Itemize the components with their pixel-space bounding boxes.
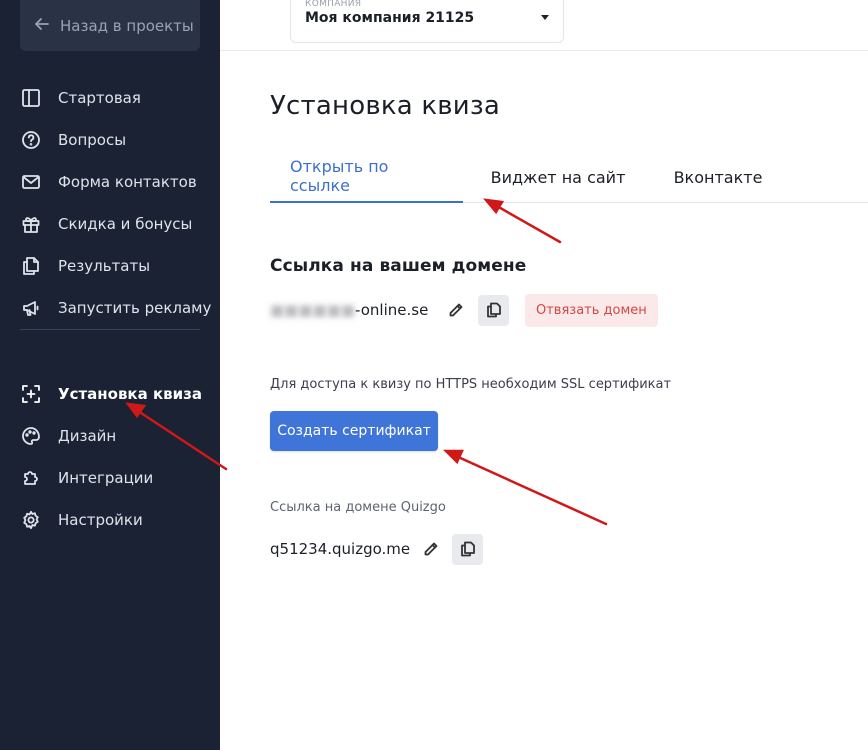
sidebar-divider xyxy=(20,329,200,330)
sidebar-item-discounts[interactable]: Скидка и бонусы xyxy=(0,203,220,245)
sidebar-item-integrations[interactable]: Интеграции xyxy=(0,457,220,499)
arrow-left-icon xyxy=(34,16,50,36)
sidebar-item-design[interactable]: Дизайн xyxy=(0,415,220,457)
sidebar-item-label: Результаты xyxy=(58,257,151,275)
top-bar: КОМПАНИЯ Моя компания 21125 xyxy=(220,0,868,51)
edit-quizgo-link-button[interactable] xyxy=(420,538,442,560)
panel-icon xyxy=(20,87,42,109)
question-icon xyxy=(20,129,42,151)
custom-domain-row: ■■■■■■-online.se Отвязать домен xyxy=(270,293,658,327)
tab-open-by-link[interactable]: Открыть по ссылке xyxy=(270,151,463,203)
gear-icon xyxy=(20,509,42,531)
megaphone-icon xyxy=(20,297,42,319)
sidebar-item-label: Скидка и бонусы xyxy=(58,215,193,233)
sidebar-item-settings[interactable]: Настройки xyxy=(0,499,220,541)
tab-vkontakte[interactable]: Вконтакте xyxy=(653,151,783,203)
copy-icon xyxy=(460,541,475,557)
install-icon xyxy=(20,383,42,405)
copy-icon xyxy=(20,255,42,277)
sidebar-item-start[interactable]: Стартовая xyxy=(0,77,220,119)
sidebar-nav-settings: Установка квиза Дизайн Интеграции Настро… xyxy=(0,373,220,541)
sidebar-nav-main: Стартовая Вопросы Форма контактов Скидка… xyxy=(0,77,220,329)
sidebar-item-results[interactable]: Результаты xyxy=(0,245,220,287)
sidebar-item-label: Дизайн xyxy=(58,427,117,445)
copy-icon xyxy=(486,302,501,318)
quizgo-link-row: q51234.quizgo.me xyxy=(270,533,483,565)
quizgo-link-label: Ссылка на домене Quizgo xyxy=(270,500,446,515)
copy-quizgo-link-button[interactable] xyxy=(452,533,483,565)
sidebar-item-label: Запустить рекламу xyxy=(58,299,212,317)
sidebar-item-label: Вопросы xyxy=(58,131,127,149)
sidebar-item-install[interactable]: Установка квиза xyxy=(0,373,220,415)
pencil-icon xyxy=(449,303,463,317)
mail-icon xyxy=(20,171,42,193)
sidebar-item-label: Стартовая xyxy=(58,89,141,107)
tab-widget[interactable]: Виджет на сайт xyxy=(463,151,653,203)
quizgo-link-value: q51234.quizgo.me xyxy=(270,540,411,558)
company-select[interactable]: КОМПАНИЯ Моя компания 21125 xyxy=(290,0,564,43)
company-select-label: КОМПАНИЯ xyxy=(305,0,362,9)
palette-icon xyxy=(20,425,42,447)
company-select-value: Моя компания 21125 xyxy=(305,10,475,26)
sidebar-item-questions[interactable]: Вопросы xyxy=(0,119,220,161)
domain-section-heading: Ссылка на вашем домене xyxy=(270,256,527,276)
caret-down-icon xyxy=(541,15,549,20)
sidebar-item-launch-ads[interactable]: Запустить рекламу xyxy=(0,287,220,329)
sidebar-item-label: Форма контактов xyxy=(58,173,197,191)
create-certificate-button[interactable]: Создать сертификат xyxy=(270,411,438,451)
ssl-note: Для доступа к квизу по HTTPS необходим S… xyxy=(270,377,672,392)
page-title: Установка квиза xyxy=(270,91,501,121)
gift-icon xyxy=(20,213,42,235)
sidebar-item-contact-form[interactable]: Форма контактов xyxy=(0,161,220,203)
sidebar-item-label: Установка квиза xyxy=(58,385,202,403)
main-content: Установка квиза Открыть по ссылке Виджет… xyxy=(220,51,868,750)
unbind-domain-button[interactable]: Отвязать домен xyxy=(525,293,658,327)
pencil-icon xyxy=(424,542,438,556)
sidebar-item-label: Настройки xyxy=(58,511,143,529)
sidebar: Назад в проекты Стартовая Вопросы Форма … xyxy=(0,0,220,750)
edit-domain-button[interactable] xyxy=(445,299,467,321)
copy-domain-button[interactable] xyxy=(478,294,509,326)
back-to-projects-button[interactable]: Назад в проекты xyxy=(20,0,200,51)
tabs: Открыть по ссылке Виджет на сайт Вконтак… xyxy=(270,151,868,203)
sidebar-item-label: Интеграции xyxy=(58,469,154,487)
puzzle-icon xyxy=(20,467,42,489)
redacted-text: ■■■■■■ xyxy=(270,301,356,319)
custom-domain-visible-part: -online.se xyxy=(355,301,429,319)
custom-domain-value: ■■■■■■-online.se xyxy=(270,301,440,319)
app-root: Назад в проекты Стартовая Вопросы Форма … xyxy=(0,0,868,750)
back-to-projects-label: Назад в проекты xyxy=(60,16,194,35)
